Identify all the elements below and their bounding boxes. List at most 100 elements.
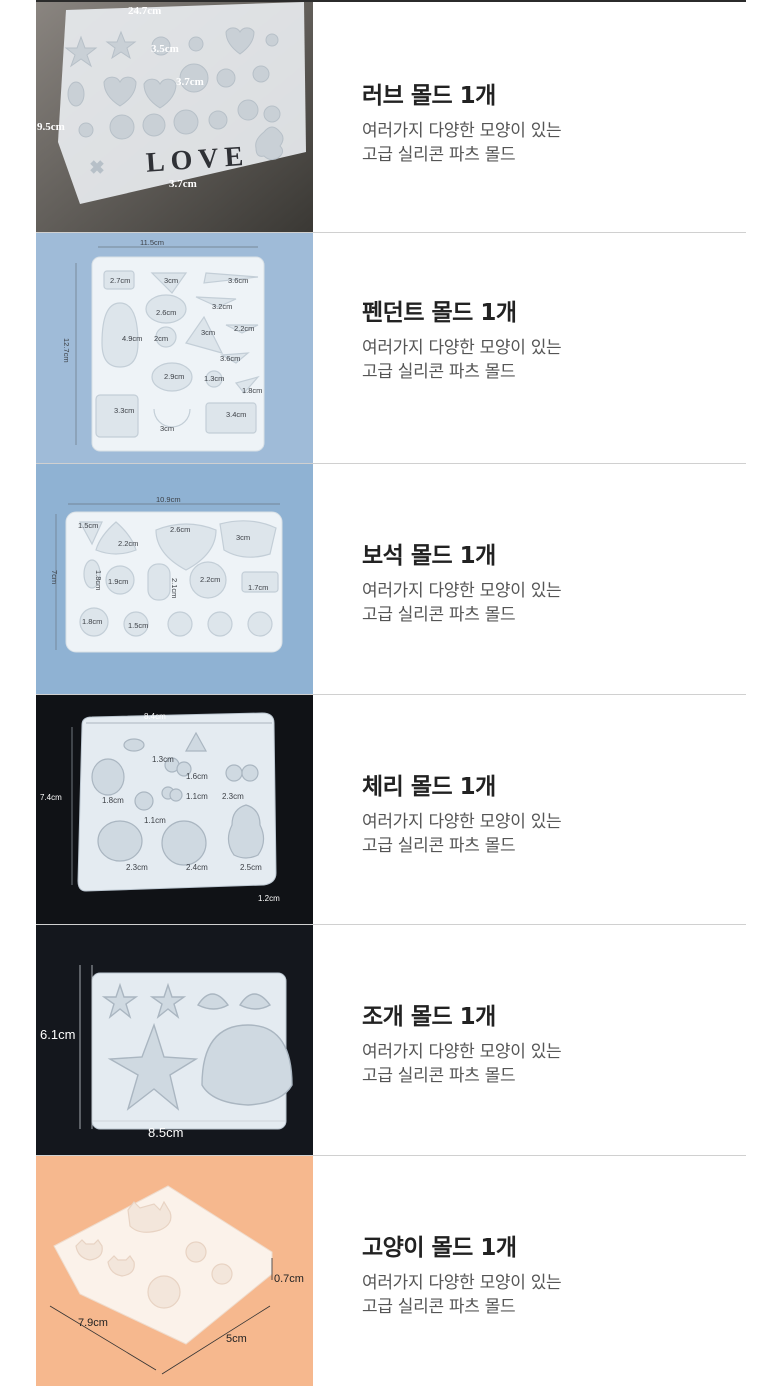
dim-label: 3cm [160,424,174,433]
product-info: 조개 몰드 1개 여러가지 다양한 모양이 있는 고급 실리콘 파츠 몰드 [362,925,746,1155]
dim-label: 2.9cm [164,372,184,381]
description-line: 여러가지 다양한 모양이 있는 [362,1273,562,1293]
dim-label: 2.1cm [170,578,179,598]
product-title: 러브 몰드 1개 [362,83,496,109]
dim-label: 0.7cm [274,1273,304,1285]
pendant-mold-photo: 11.5cm 12.7cm 2.7cm 3cm 3.6cm 2.6cm 3.2c… [36,233,313,463]
dim-label: 1.5cm [128,621,148,630]
description-line: 여러가지 다양한 모양이 있는 [362,581,562,601]
dim-label: 24.7cm [128,5,161,17]
dim-label: 11.5cm [140,238,164,247]
product-info: 러브 몰드 1개 여러가지 다양한 모양이 있는 고급 실리콘 파츠 몰드 [362,2,746,232]
dim-label: 1.6cm [186,772,208,781]
dim-label: 3.5cm [151,43,179,55]
dim-label: 2.3cm [126,863,148,872]
gem-mold-photo: 10.9cm 7cm 1.5cm 2.2cm 2.6cm 3cm 1.8cm 1… [36,464,313,694]
product-description: 여러가지 다양한 모양이 있는 고급 실리콘 파츠 몰드 [362,1040,562,1088]
cat-mold-photo: 0.7cm 7.9cm 5cm [36,1156,313,1386]
product-row-shell: 6.1cm 8.5cm 조개 몰드 1개 여러가지 다양한 모양이 있는 고급 … [36,925,746,1156]
dim-label: 1.8cm [94,570,103,590]
dim-label: 7.9cm [78,1317,108,1329]
dim-label: 2.6cm [170,525,190,534]
cherry-mold-photo: 8.4cm 7.4cm 1.3cm 1.6cm 1.8cm 1.1cm 2.3c… [36,695,313,924]
product-info: 펜던트 몰드 1개 여러가지 다양한 모양이 있는 고급 실리콘 파츠 몰드 [362,233,746,463]
description-line: 여러가지 다양한 모양이 있는 [362,812,562,832]
dim-label: 3.2cm [212,302,232,311]
product-title: 펜던트 몰드 1개 [362,300,517,326]
dim-label: 1.1cm [186,792,208,801]
product-title: 고양이 몰드 1개 [362,1235,517,1261]
product-description: 여러가지 다양한 모양이 있는 고급 실리콘 파츠 몰드 [362,579,562,627]
dim-label: 3cm [164,276,178,285]
pendant-mold-illustration: 11.5cm 12.7cm 2.7cm 3cm 3.6cm 2.6cm 3.2c… [36,233,313,463]
cat-mold-illustration: 0.7cm 7.9cm 5cm [36,1156,313,1386]
product-description: 여러가지 다양한 모양이 있는 고급 실리콘 파츠 몰드 [362,119,562,167]
dim-label: 1.8cm [82,617,102,626]
description-line: 고급 실리콘 파츠 몰드 [362,836,516,856]
description-line: 고급 실리콘 파츠 몰드 [362,1066,516,1086]
description-line: 고급 실리콘 파츠 몰드 [362,362,516,382]
product-row-cat: 0.7cm 7.9cm 5cm 고양이 몰드 1개 여러가지 다양한 모양이 있… [36,1156,746,1386]
love-mold-photo: LOVE 24.7cm 3.5cm 3.7cm 9.5cm 3.7cm [36,2,313,232]
description-line: 고급 실리콘 파츠 몰드 [362,605,516,625]
dim-label: 7.4cm [40,793,62,802]
dim-label: 1.8cm [242,386,262,395]
description-line: 여러가지 다양한 모양이 있는 [362,121,562,141]
description-line: 고급 실리콘 파츠 몰드 [362,145,516,165]
description-line: 고급 실리콘 파츠 몰드 [362,1297,516,1317]
product-row-pendant: 11.5cm 12.7cm 2.7cm 3cm 3.6cm 2.6cm 3.2c… [36,233,746,464]
product-row-love: LOVE 24.7cm 3.5cm 3.7cm 9.5cm 3.7cm 러브 몰… [36,2,746,233]
product-title: 보석 몰드 1개 [362,543,496,569]
dim-label: 2.4cm [186,863,208,872]
dim-label: 3cm [201,328,215,337]
product-description: 여러가지 다양한 모양이 있는 고급 실리콘 파츠 몰드 [362,1271,562,1319]
shell-mold-illustration: 6.1cm 8.5cm [36,925,313,1155]
dim-label: 1.7cm [248,583,268,592]
product-description: 여러가지 다양한 모양이 있는 고급 실리콘 파츠 몰드 [362,336,562,384]
dim-label: 2.2cm [118,539,138,548]
dim-label: 1.5cm [78,521,98,530]
dim-label: 3.7cm [169,178,197,190]
description-line: 여러가지 다양한 모양이 있는 [362,338,562,358]
dim-label: 1.2cm [258,894,280,903]
product-row-gem: 10.9cm 7cm 1.5cm 2.2cm 2.6cm 3cm 1.8cm 1… [36,464,746,695]
dim-label: 1.1cm [144,816,166,825]
dim-label: 2.7cm [110,276,130,285]
dim-label: 4.9cm [122,334,142,343]
product-info: 고양이 몰드 1개 여러가지 다양한 모양이 있는 고급 실리콘 파츠 몰드 [362,1156,746,1386]
product-title: 조개 몰드 1개 [362,1004,496,1030]
shell-mold-photo: 6.1cm 8.5cm [36,925,313,1155]
dim-label: 1.3cm [152,755,174,764]
description-line: 여러가지 다양한 모양이 있는 [362,1042,562,1062]
dim-label: 3.3cm [114,406,134,415]
dim-label: 3.6cm [220,354,240,363]
dim-label: 2cm [154,334,168,343]
dim-label: 2.6cm [156,308,176,317]
dim-label: 8.4cm [144,712,166,721]
product-row-cherry: 8.4cm 7.4cm 1.3cm 1.6cm 1.8cm 1.1cm 2.3c… [36,695,746,925]
dim-label: 2.5cm [240,863,262,872]
dim-label: 8.5cm [148,1125,183,1140]
dim-label: 6.1cm [40,1027,75,1042]
love-mold-illustration: LOVE 24.7cm 3.5cm 3.7cm 9.5cm 3.7cm [36,2,313,232]
dim-label: 1.8cm [102,796,124,805]
cherry-mold-illustration: 8.4cm 7.4cm 1.3cm 1.6cm 1.8cm 1.1cm 2.3c… [36,695,313,924]
dim-label: 10.9cm [156,495,181,504]
dim-label: 3.6cm [228,276,248,285]
dim-label: 7cm [50,570,59,584]
gem-mold-illustration: 10.9cm 7cm 1.5cm 2.2cm 2.6cm 3cm 1.8cm 1… [36,464,313,694]
dim-label: 2.2cm [200,575,220,584]
dim-label: 5cm [226,1333,247,1345]
dim-label: 2.3cm [222,792,244,801]
dim-label: 9.5cm [37,121,65,133]
dim-label: 2.2cm [234,324,254,333]
dim-label: 3.7cm [176,76,204,88]
product-description: 여러가지 다양한 모양이 있는 고급 실리콘 파츠 몰드 [362,810,562,858]
dim-label: 12.7cm [62,338,71,363]
product-info: 보석 몰드 1개 여러가지 다양한 모양이 있는 고급 실리콘 파츠 몰드 [362,464,746,694]
product-info: 체리 몰드 1개 여러가지 다양한 모양이 있는 고급 실리콘 파츠 몰드 [362,695,746,924]
dim-label: 3.4cm [226,410,246,419]
product-title: 체리 몰드 1개 [362,774,496,800]
dim-label: 1.9cm [108,577,128,586]
dim-label: 3cm [236,533,250,542]
